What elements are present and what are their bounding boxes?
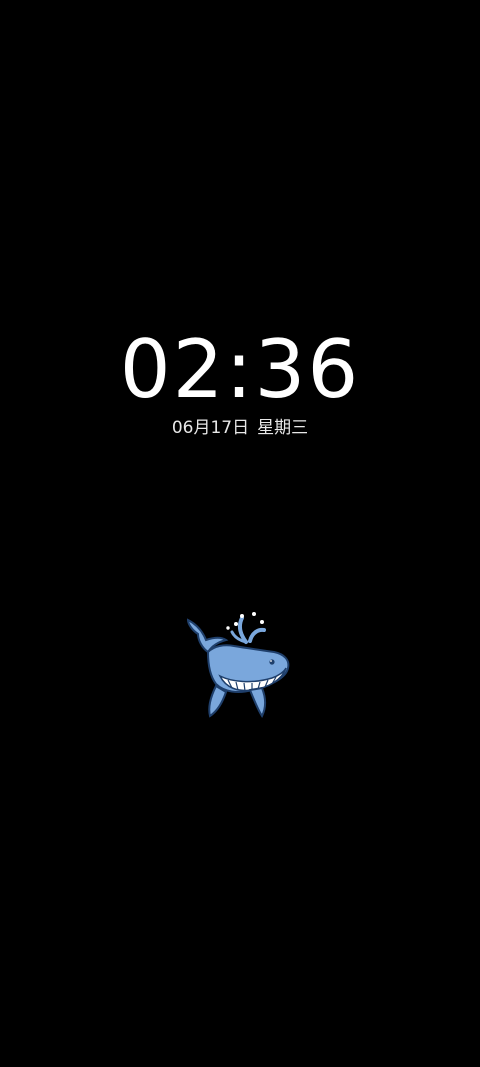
clock-time: 02:36 [119,323,361,416]
whale-icon [180,606,300,726]
lock-screen: 02:36 06月17日 星期三 [0,0,480,1067]
weekday-text: 星期三 [257,418,309,438]
date-text: 06月17日 [171,418,250,438]
water-spout-icon [226,612,266,644]
date-line: 06月17日 星期三 [0,416,480,440]
